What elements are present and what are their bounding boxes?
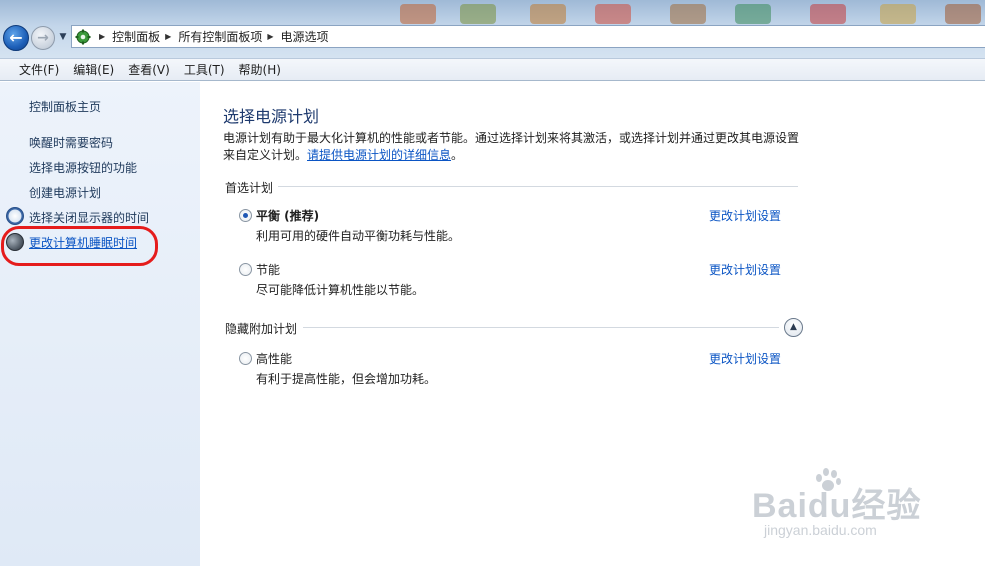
breadcrumb-power-options[interactable]: 电源选项 [281, 28, 329, 45]
plan-name-high-performance[interactable]: 高性能 [256, 350, 292, 367]
radio-high-performance[interactable] [239, 352, 252, 365]
plan-desc-balanced: 利用可用的硬件自动平衡功耗与性能。 [256, 229, 461, 243]
address-bar[interactable]: ▶ 控制面板 ▶ 所有控制面板项 ▶ 电源选项 [71, 25, 985, 48]
menu-view[interactable]: 查看(V) [121, 61, 177, 78]
change-plan-settings-power-saver[interactable]: 更改计划设置 [709, 261, 781, 278]
sidebar-item-sleep-time[interactable]: 更改计算机睡眠时间 [29, 234, 137, 251]
page-title: 选择电源计划 [223, 107, 320, 126]
history-dropdown-icon[interactable]: ▼ [57, 31, 69, 43]
menu-edit[interactable]: 编辑(E) [66, 61, 121, 78]
desktop-icon [530, 4, 566, 24]
plan-details-link[interactable]: 请提供电源计划的详细信息 [307, 148, 451, 162]
description-end: 。 [451, 148, 464, 162]
chevron-right-icon[interactable]: ▶ [99, 32, 105, 41]
sidebar-item-wakeup-password[interactable]: 唤醒时需要密码 [29, 134, 113, 151]
desktop-icon [595, 4, 631, 24]
breadcrumb-all-items[interactable]: 所有控制面板项 [178, 28, 262, 45]
sidebar-item-power-buttons[interactable]: 选择电源按钮的功能 [29, 159, 137, 176]
left-navigation-pane: 控制面板主页 唤醒时需要密码 选择电源按钮的功能 创建电源计划 选择关闭显示器的… [0, 82, 200, 566]
desktop-icon [400, 4, 436, 24]
desktop-background [380, 0, 985, 24]
desktop-icon [460, 4, 496, 24]
sidebar-item-create-plan[interactable]: 创建电源计划 [29, 184, 101, 201]
plan-desc-high-performance: 有利于提高性能，但会增加功耗。 [256, 372, 437, 386]
page-description: 电源计划有助于最大化计算机的性能或者节能。通过选择计划来将其激活，或选择计划并通… [223, 130, 808, 164]
chevron-up-icon[interactable]: ▲ [784, 318, 803, 337]
radio-balanced[interactable] [239, 209, 252, 222]
group-divider [303, 327, 779, 328]
desktop-icon [810, 4, 846, 24]
radio-power-saver[interactable] [239, 263, 252, 276]
desktop-icon [945, 4, 981, 24]
sidebar-item-display-off[interactable]: 选择关闭显示器的时间 [29, 209, 149, 226]
address-toolbar: ← → ▼ ▶ 控制面板 ▶ 所有控制面板项 ▶ 电源选项 [0, 0, 985, 58]
menu-bar: 文件(F) 编辑(E) 查看(V) 工具(T) 帮助(H) [0, 58, 985, 81]
desktop-icon [670, 4, 706, 24]
forward-arrow-icon[interactable]: → [31, 26, 55, 50]
group-divider [278, 186, 798, 187]
plan-name-balanced[interactable]: 平衡 (推荐) [256, 207, 319, 224]
menu-tools[interactable]: 工具(T) [177, 61, 232, 78]
hidden-plans-header: 隐藏附加计划 [225, 320, 297, 337]
sidebar-item-control-panel-home[interactable]: 控制面板主页 [29, 98, 101, 115]
breadcrumb-control-panel[interactable]: 控制面板 [112, 28, 160, 45]
group-header-label: 隐藏附加计划 [225, 322, 298, 336]
main-content: 选择电源计划 电源计划有助于最大化计算机的性能或者节能。通过选择计划来将其激活，… [200, 82, 985, 566]
change-plan-settings-balanced[interactable]: 更改计划设置 [709, 207, 781, 224]
control-panel-icon [72, 26, 94, 47]
menu-file[interactable]: 文件(F) [12, 61, 66, 78]
plan-name-power-saver[interactable]: 节能 [256, 261, 280, 278]
preferred-plans-header: 首选计划 [225, 179, 273, 196]
chevron-right-icon[interactable]: ▶ [165, 32, 171, 41]
chevron-right-icon[interactable]: ▶ [267, 32, 273, 41]
back-arrow-icon[interactable]: ← [3, 25, 29, 51]
desktop-icon [735, 4, 771, 24]
desktop-icon [880, 4, 916, 24]
clock-icon [6, 207, 24, 225]
menu-help[interactable]: 帮助(H) [232, 61, 288, 78]
sleep-moon-icon [6, 233, 24, 251]
group-header-label: 首选计划 [225, 181, 274, 195]
plan-desc-power-saver: 尽可能降低计算机性能以节能。 [256, 283, 425, 297]
change-plan-settings-high-performance[interactable]: 更改计划设置 [709, 350, 781, 367]
